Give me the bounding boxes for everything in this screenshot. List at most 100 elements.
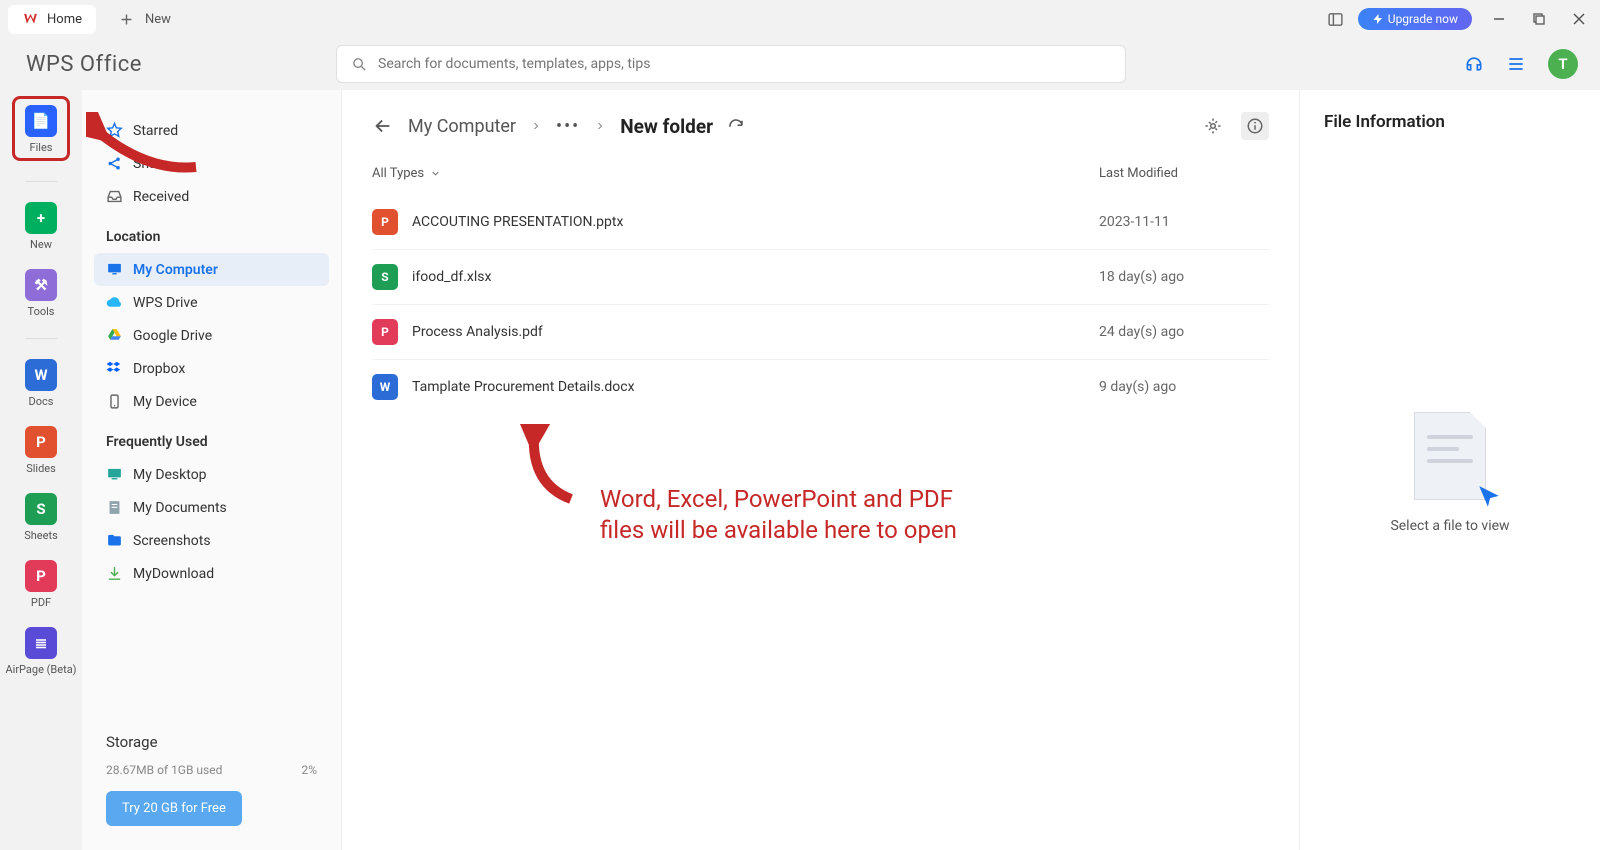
rail-label: Tools (28, 305, 55, 318)
sidebar-item-mydownload[interactable]: MyDownload (94, 557, 329, 590)
content-area: My Computer ••• New folder All Types Las… (342, 90, 1600, 850)
sidebar-item-my-computer[interactable]: My Computer (94, 253, 329, 286)
dropbox-icon (106, 360, 123, 377)
info-empty-state: Select a file to view (1324, 412, 1576, 534)
sidebar-item-label: Screenshots (133, 533, 211, 549)
maximize-button[interactable] (1526, 6, 1552, 32)
breadcrumb-ellipsis[interactable]: ••• (556, 116, 580, 137)
file-area: My Computer ••• New folder All Types Las… (342, 90, 1300, 850)
storage-block: Storage 28.67MB of 1GB used 2% Try 20 GB… (94, 721, 329, 838)
inbox-icon (106, 188, 123, 205)
search-icon (351, 56, 368, 73)
breadcrumb-root[interactable]: My Computer (408, 116, 516, 137)
file-name: Tamplate Procurement Details.docx (412, 379, 1099, 395)
chevron-right-icon (530, 120, 542, 132)
breadcrumb-current: New folder (620, 115, 713, 138)
sidebar-item-received[interactable]: Received (94, 180, 329, 213)
sidebar-toggle-icon[interactable] (1327, 11, 1344, 28)
cursor-icon (1476, 484, 1502, 510)
sidebar-item-my-desktop[interactable]: My Desktop (94, 458, 329, 491)
files-icon: 📄 (25, 105, 57, 137)
avatar[interactable]: T (1548, 49, 1578, 79)
sidebar-item-label: My Desktop (133, 467, 207, 483)
file-name: Process Analysis.pdf (412, 324, 1099, 340)
rail-item-files[interactable]: 📄Files (12, 96, 70, 161)
sidebar-item-label: Starred (133, 123, 178, 139)
lightning-icon (1372, 13, 1384, 25)
storage-usage-row: 28.67MB of 1GB used 2% (106, 763, 317, 777)
search-input[interactable] (378, 56, 1111, 72)
back-icon[interactable] (372, 115, 394, 137)
tab-home-label: Home (47, 12, 82, 27)
sheets-icon: S (25, 493, 57, 525)
storage-cta-button[interactable]: Try 20 GB for Free (106, 791, 242, 826)
breadcrumb: My Computer ••• New folder (372, 112, 1269, 140)
sidebar-item-starred[interactable]: Starred (94, 114, 329, 147)
titlebar-left: Home New (8, 5, 181, 34)
upgrade-button[interactable]: Upgrade now (1358, 8, 1472, 30)
info-panel-title: File Information (1324, 112, 1576, 132)
wps-logo-icon (22, 11, 39, 28)
sidebar-item-screenshots[interactable]: Screenshots (94, 524, 329, 557)
file-list: PACCOUTING PRESENTATION.pptx2023-11-11Si… (372, 195, 1269, 414)
docfolder-icon (106, 499, 123, 516)
file-row[interactable]: PACCOUTING PRESENTATION.pptx2023-11-11 (372, 195, 1269, 250)
col-modified[interactable]: Last Modified (1099, 166, 1269, 181)
chevron-right-icon (594, 120, 606, 132)
search-box[interactable] (336, 45, 1126, 83)
minimize-button[interactable] (1486, 6, 1512, 32)
rail-item-docs[interactable]: WDocs (25, 359, 57, 408)
info-panel: File Information Select a file to view (1300, 90, 1600, 850)
tab-home[interactable]: Home (8, 5, 96, 34)
gdrive-icon (106, 327, 123, 344)
rail-item-pdf[interactable]: PPDF (25, 560, 57, 609)
rail-item-airpage[interactable]: ≣AirPage (Beta) (5, 627, 76, 676)
star-icon (106, 122, 123, 139)
file-modified: 24 day(s) ago (1099, 324, 1269, 340)
sidebar-item-share[interactable]: Share (94, 147, 329, 180)
tools-icon: ⚒ (25, 269, 57, 301)
sidebar-item-google-drive[interactable]: Google Drive (94, 319, 329, 352)
sidebar-item-label: Received (133, 189, 189, 205)
pdf-icon: P (25, 560, 57, 592)
sidebar-item-label: My Device (133, 394, 197, 410)
rail-item-slides[interactable]: PSlides (25, 426, 57, 475)
search-container (336, 45, 1126, 83)
info-empty-text: Select a file to view (1390, 518, 1509, 534)
file-modified: 18 day(s) ago (1099, 269, 1269, 285)
sidebar-item-dropbox[interactable]: Dropbox (94, 352, 329, 385)
sidebar-item-my-documents[interactable]: My Documents (94, 491, 329, 524)
titlebar-right: Upgrade now (1327, 6, 1592, 32)
rail-item-sheets[interactable]: SSheets (24, 493, 58, 542)
location-header: Location (94, 213, 329, 253)
settings-icon[interactable] (1199, 112, 1227, 140)
menu-icon[interactable] (1506, 54, 1526, 74)
docs-icon: W (25, 359, 57, 391)
file-row[interactable]: Sifood_df.xlsx18 day(s) ago (372, 250, 1269, 305)
file-type-icon: P (372, 209, 398, 235)
titlebar: Home New Upgrade now (0, 0, 1600, 38)
tab-new[interactable]: New (108, 5, 181, 34)
file-modified: 9 day(s) ago (1099, 379, 1269, 395)
info-icon[interactable] (1241, 112, 1269, 140)
sidebar-item-label: My Computer (133, 262, 218, 278)
sidebar-item-label: Google Drive (133, 328, 212, 344)
headset-icon[interactable] (1464, 54, 1484, 74)
storage-percent: 2% (301, 763, 317, 777)
sidebar-item-label: Dropbox (133, 361, 185, 377)
rail-item-tools[interactable]: ⚒ Tools (25, 269, 57, 318)
sidebar-item-wps-drive[interactable]: WPS Drive (94, 286, 329, 319)
refresh-icon[interactable] (727, 117, 745, 135)
col-types[interactable]: All Types (372, 166, 441, 181)
tab-new-label: New (145, 12, 171, 27)
file-row[interactable]: W Tamplate Procurement Details.docx9 day(… (372, 360, 1269, 414)
chevron-down-icon (430, 168, 441, 179)
rail-item-new[interactable]: +New (25, 202, 57, 251)
file-type-icon: W (372, 374, 398, 400)
slides-icon: P (25, 426, 57, 458)
folder-icon (106, 532, 123, 549)
file-row[interactable]: PProcess Analysis.pdf24 day(s) ago (372, 305, 1269, 360)
sidebar-item-my-device[interactable]: My Device (94, 385, 329, 418)
app-logo: WPS Office (16, 52, 336, 77)
close-button[interactable] (1566, 6, 1592, 32)
